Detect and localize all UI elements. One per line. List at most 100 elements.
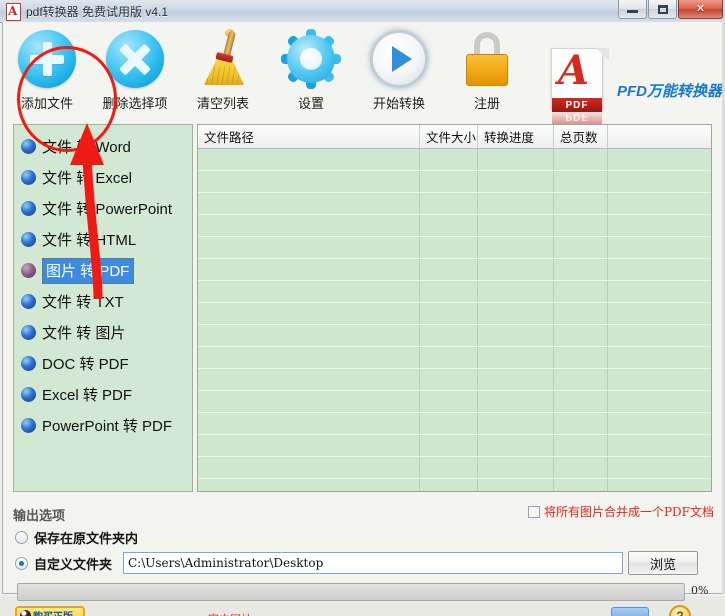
table-cell <box>198 259 420 280</box>
radio-icon[interactable] <box>15 531 28 544</box>
table-header-row: 文件路径 文件大小 转换进度 总页数 <box>198 125 711 149</box>
table-cell <box>608 347 711 368</box>
sidebar-item-file-to-powerpoint[interactable]: 文件 转 PowerPoint <box>18 193 192 224</box>
radio-save-in-source-folder[interactable]: 保存在原文件夹内 <box>15 528 138 547</box>
radio-icon-selected[interactable] <box>15 557 28 570</box>
table-cell <box>198 237 420 258</box>
table-cell <box>198 171 420 192</box>
merge-images-checkbox[interactable]: 将所有图片合并成一个PDF文档 <box>528 503 714 520</box>
toolbar-button-settings[interactable]: 设置 <box>267 26 355 124</box>
table-row[interactable] <box>198 193 711 215</box>
table-row[interactable] <box>198 435 711 457</box>
column-header-file-path[interactable]: 文件路径 <box>198 125 420 148</box>
toolbar-button-delete-selected[interactable]: 删除选择项 <box>91 26 179 124</box>
table-cell <box>608 391 711 412</box>
table-cell <box>198 435 420 456</box>
minimize-button[interactable] <box>618 0 647 19</box>
toolbar-button-register[interactable]: 注册 <box>443 26 531 124</box>
table-cell <box>198 193 420 214</box>
status-blue-button[interactable] <box>611 607 649 616</box>
buy-license-button[interactable]: 购买正版 <box>15 606 85 616</box>
table-cell <box>420 149 478 170</box>
output-path-input[interactable]: C:\Users\Administrator\Desktop <box>123 552 623 574</box>
table-cell <box>554 259 608 280</box>
sidebar-item-file-to-word[interactable]: 文件 转 Word <box>18 131 192 162</box>
table-cell <box>198 391 420 412</box>
table-cell <box>608 193 711 214</box>
table-cell <box>478 149 554 170</box>
sidebar-label: DOC 转 PDF <box>42 353 129 374</box>
table-cell <box>198 347 420 368</box>
table-row[interactable] <box>198 479 711 492</box>
table-cell <box>608 149 711 170</box>
help-button[interactable]: ? <box>669 605 691 616</box>
table-row[interactable] <box>198 347 711 369</box>
file-list-table[interactable]: 文件路径 文件大小 转换进度 总页数 <box>197 124 712 492</box>
progress-percent-label: 0% <box>691 584 708 597</box>
column-header-total-pages[interactable]: 总页数 <box>554 125 608 148</box>
table-body[interactable] <box>198 149 711 492</box>
table-row[interactable] <box>198 149 711 171</box>
table-cell <box>420 347 478 368</box>
buy-license-label: 购买正版 <box>33 608 73 616</box>
table-row[interactable] <box>198 171 711 193</box>
sidebar-item-excel-to-pdf[interactable]: Excel 转 PDF <box>18 379 192 410</box>
table-cell <box>198 303 420 324</box>
browse-button[interactable]: 浏览 <box>628 551 698 575</box>
table-cell <box>198 325 420 346</box>
table-cell <box>198 369 420 390</box>
table-row[interactable] <box>198 369 711 391</box>
table-cell <box>420 457 478 478</box>
sidebar-item-file-to-excel[interactable]: 文件 转 Excel <box>18 162 192 193</box>
table-row[interactable] <box>198 237 711 259</box>
sidebar-label: 文件 转 PowerPoint <box>42 198 172 219</box>
table-cell <box>554 435 608 456</box>
bullet-icon <box>21 263 36 278</box>
bullet-icon <box>21 387 36 402</box>
bullet-icon <box>21 232 36 247</box>
window-title: pdf转换器 免费试用版 v4.1 <box>26 3 168 20</box>
table-row[interactable] <box>198 215 711 237</box>
bullet-icon <box>21 139 36 154</box>
table-cell <box>478 479 554 492</box>
table-row[interactable] <box>198 391 711 413</box>
table-cell <box>478 325 554 346</box>
sidebar-item-image-to-pdf[interactable]: 图片 转 PDF <box>18 255 192 286</box>
broom-icon <box>194 26 252 92</box>
toolbar-button-add-file[interactable]: 添加文件 <box>3 26 91 124</box>
sidebar-item-doc-to-pdf[interactable]: DOC 转 PDF <box>18 348 192 379</box>
table-row[interactable] <box>198 259 711 281</box>
conversion-mode-sidebar[interactable]: 文件 转 Word 文件 转 Excel 文件 转 PowerPoint 文件 … <box>13 124 193 492</box>
table-row[interactable] <box>198 325 711 347</box>
table-cell <box>198 149 420 170</box>
checkbox-icon[interactable] <box>528 506 540 518</box>
bullet-icon <box>21 356 36 371</box>
toolbar-button-start-convert[interactable]: 开始转换 <box>355 26 443 124</box>
table-cell <box>420 325 478 346</box>
close-button[interactable]: ✕ <box>678 0 723 19</box>
toolbar-button-clear-list[interactable]: 清空列表 <box>179 26 267 124</box>
maximize-button[interactable] <box>648 0 677 19</box>
sidebar-item-file-to-html[interactable]: 文件 转 HTML <box>18 224 192 255</box>
table-cell <box>478 347 554 368</box>
table-cell <box>554 303 608 324</box>
column-header-progress[interactable]: 转换进度 <box>478 125 554 148</box>
toolbar-label-delete-selected: 删除选择项 <box>102 93 167 112</box>
radio-custom-folder[interactable]: 自定义文件夹 <box>15 554 112 573</box>
client-area: 添加文件 删除选择项 清空列表 <box>2 22 723 594</box>
table-row[interactable] <box>198 457 711 479</box>
sidebar-item-file-to-image[interactable]: 文件 转 图片 <box>18 317 192 348</box>
table-cell <box>198 281 420 302</box>
table-cell <box>420 479 478 492</box>
table-row[interactable] <box>198 413 711 435</box>
sidebar-label: 文件 转 TXT <box>42 291 124 312</box>
sidebar-item-powerpoint-to-pdf[interactable]: PowerPoint 转 PDF <box>18 410 192 441</box>
sidebar-item-file-to-txt[interactable]: 文件 转 TXT <box>18 286 192 317</box>
table-cell <box>420 303 478 324</box>
column-header-blank[interactable] <box>608 125 711 148</box>
table-row[interactable] <box>198 303 711 325</box>
sidebar-label: Excel 转 PDF <box>42 384 132 405</box>
column-header-file-size[interactable]: 文件大小 <box>420 125 478 148</box>
table-row[interactable] <box>198 281 711 303</box>
table-cell <box>420 435 478 456</box>
